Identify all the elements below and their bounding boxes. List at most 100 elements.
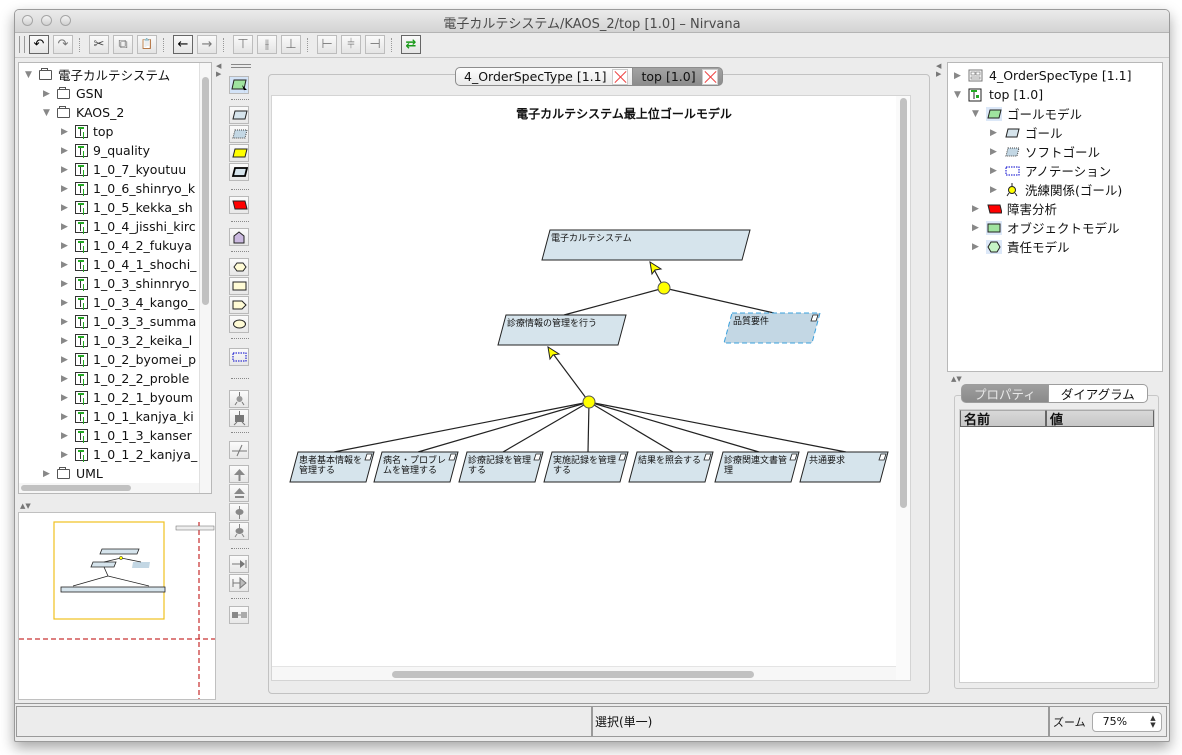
align-right-button[interactable]: ⊣ [365, 35, 385, 54]
palette-tool-soft-goal[interactable] [229, 125, 249, 143]
kaos-goal-diagram[interactable]: 電子カルテシステム最上位ゴールモデル電子カルテシステム診療情報の管理を行う 品質要… [272, 96, 910, 680]
diagram-tree-item-kaos-diagram[interactable]: ▼ top [1.0] [954, 85, 1043, 104]
expand-arrow-icon[interactable]: ▶ [990, 128, 1004, 138]
tree-item-uml[interactable]: ▶ UML [43, 464, 103, 483]
palette-tool-association[interactable] [229, 606, 249, 624]
align-left-button[interactable]: ⊢ [317, 35, 337, 54]
diagram-tree-item-responsibility[interactable]: ▶ 責任モデル [972, 237, 1070, 256]
refinement-link[interactable] [663, 287, 775, 314]
refinement-link[interactable] [588, 401, 674, 453]
diagram-tree-item-goal[interactable]: ▶ ゴール [990, 123, 1063, 142]
diagram-tree-item-object-model[interactable]: ▶ オブジェクトモデル [972, 218, 1120, 237]
right-vsplitter-arrows[interactable]: ▲▼ [951, 375, 962, 383]
expand-arrow-icon[interactable]: ▶ [61, 450, 75, 460]
cut-button[interactable]: ✂ [89, 35, 109, 54]
tree-item-1_0_4_2_fukuya[interactable]: ▶ 1_0_4_2_fukuya [61, 236, 192, 255]
palette-grip[interactable] [231, 64, 251, 68]
refinement-link[interactable] [417, 401, 590, 453]
refinement-node[interactable] [657, 281, 671, 295]
goal-node-c5[interactable]: 結果を照会する [628, 451, 714, 483]
align-bottom-button[interactable]: ⊥ [281, 35, 301, 54]
tree-item-1_0_3_4_kango_[interactable]: ▶ 1_0_3_4_kango_ [61, 293, 194, 312]
diagram-tree-item-refinement[interactable]: ▶ 洗練関係(ゴール) [990, 180, 1122, 199]
expand-arrow-icon[interactable]: ▶ [61, 203, 75, 213]
goal-node-c3[interactable]: 診療記録を管理する [458, 451, 544, 483]
close-tab-icon[interactable] [612, 68, 629, 85]
goal-node-q[interactable]: 品質要件 [723, 312, 821, 344]
diagram-tree-item-obstacle[interactable]: ▶ 障害分析 [972, 199, 1057, 218]
palette-tool-responsibility[interactable] [229, 503, 249, 521]
refinement-link[interactable] [588, 401, 760, 453]
align-middle-button[interactable]: ⫲ [257, 35, 277, 54]
expand-arrow-icon[interactable]: ▶ [990, 166, 1004, 176]
expand-arrow-icon[interactable]: ▶ [43, 469, 57, 479]
paste-button[interactable]: 📋 [137, 35, 157, 54]
goal-node-g1[interactable]: 診療情報の管理を行う [497, 314, 627, 346]
collapse-arrow-icon[interactable]: ▼ [954, 90, 968, 100]
expand-arrow-icon[interactable]: ▶ [990, 185, 1004, 195]
palette-tool-requirement[interactable] [229, 163, 249, 181]
refinement-link[interactable] [333, 401, 590, 453]
expand-arrow-icon[interactable]: ▶ [61, 260, 75, 270]
canvas-vscroll-thumb[interactable] [900, 98, 907, 508]
tree-item-1_0_2_2_proble[interactable]: ▶ 1_0_2_2_proble [61, 369, 189, 388]
goal-node-c1[interactable]: 患者基本情報を管理する [289, 451, 375, 483]
canvas-hscroll-thumb[interactable] [392, 671, 754, 678]
tree-scroll-thumb[interactable] [202, 77, 209, 305]
copy-button[interactable]: ⧉ [113, 35, 133, 54]
tree-horizontal-scrollbar[interactable] [19, 483, 199, 493]
zoom-select[interactable]: 75% ▲ ▼ [1091, 711, 1162, 732]
goal-node-c4[interactable]: 実施記録を管理する [543, 451, 629, 483]
palette-tool-obstacle-refinement[interactable] [229, 441, 249, 459]
expand-arrow-icon[interactable]: ▶ [61, 393, 75, 403]
diagram-overview[interactable] [18, 512, 216, 700]
tree-item-1_0_2_1_byoum[interactable]: ▶ 1_0_2_1_byoum [61, 388, 193, 407]
expand-arrow-icon[interactable]: ▶ [972, 223, 986, 233]
tree-item-1_0_3_shinnryo_[interactable]: ▶ 1_0_3_shinnryo_ [61, 274, 196, 293]
tab-diagram[interactable]: ダイアグラム [1048, 384, 1148, 403]
sync-button[interactable]: ⇄ [401, 35, 421, 54]
tree-item-1_0_1_3_kanser[interactable]: ▶ 1_0_1_3_kanser [61, 426, 192, 445]
align-top-button[interactable]: ⊤ [233, 35, 253, 54]
palette-tool-refinement[interactable] [229, 390, 249, 408]
diagram-tree-item-soft-goal[interactable]: ▶ ソフトゴール [990, 142, 1100, 161]
palette-tool-obstacle[interactable] [229, 196, 249, 214]
expand-arrow-icon[interactable]: ▶ [61, 412, 75, 422]
expand-arrow-icon[interactable]: ▶ [61, 165, 75, 175]
expand-arrow-icon[interactable]: ▶ [61, 127, 75, 137]
overview-viewport[interactable] [53, 521, 165, 620]
refinement-link[interactable] [502, 401, 590, 453]
tree-item-gsn[interactable]: ▶ GSN [43, 84, 103, 103]
tree-item-1_0_1_kanjya_ki[interactable]: ▶ 1_0_1_kanjya_ki [61, 407, 194, 426]
splitter-arrows[interactable]: ▲▼ [20, 502, 31, 510]
collapse-arrow-icon[interactable]: ▼ [25, 70, 39, 80]
expand-arrow-icon[interactable]: ▶ [61, 241, 75, 251]
expand-arrow-icon[interactable]: ▶ [61, 374, 75, 384]
refinement-link[interactable] [563, 287, 665, 316]
tree-item-1_0_1_2_kanjya_[interactable]: ▶ 1_0_1_2_kanjya_ [61, 445, 197, 464]
back-button[interactable]: ← [173, 35, 193, 54]
forward-button[interactable]: → [197, 35, 217, 54]
palette-tool-entity[interactable] [229, 277, 249, 295]
expand-arrow-icon[interactable]: ▶ [972, 204, 986, 214]
collapse-arrow-icon[interactable]: ▼ [972, 109, 986, 119]
expand-arrow-icon[interactable]: ▶ [43, 89, 57, 99]
palette-tool-event[interactable] [229, 296, 249, 314]
palette-tool-resolution[interactable] [229, 465, 249, 483]
tree-hscroll-thumb[interactable] [21, 485, 131, 491]
expand-arrow-icon[interactable]: ▶ [954, 71, 968, 81]
right-splitter-arrows[interactable]: ◀ ▶ [936, 62, 941, 78]
tree-item-1_0_2_byomei_p[interactable]: ▶ 1_0_2_byomei_p [61, 350, 196, 369]
palette-tool-operationalization[interactable] [229, 522, 249, 540]
canvas-vertical-scrollbar[interactable] [896, 96, 910, 680]
tree-item-1_0_3_3_summa[interactable]: ▶ 1_0_3_3_summa [61, 312, 196, 331]
palette-tool-annotation[interactable] [229, 348, 249, 366]
expand-arrow-icon[interactable]: ▶ [61, 222, 75, 232]
expand-arrow-icon[interactable]: ▶ [61, 298, 75, 308]
diagram-tree-item-annotation[interactable]: ▶ アノテーション [990, 161, 1111, 180]
tree-item-1_0_3_2_keika_l[interactable]: ▶ 1_0_3_2_keika_l [61, 331, 192, 350]
expand-arrow-icon[interactable]: ▶ [61, 184, 75, 194]
expand-arrow-icon[interactable]: ▶ [61, 146, 75, 156]
tree-item-root[interactable]: ▼ 電子カルテシステム [25, 65, 170, 84]
refinement-link[interactable] [588, 401, 847, 453]
